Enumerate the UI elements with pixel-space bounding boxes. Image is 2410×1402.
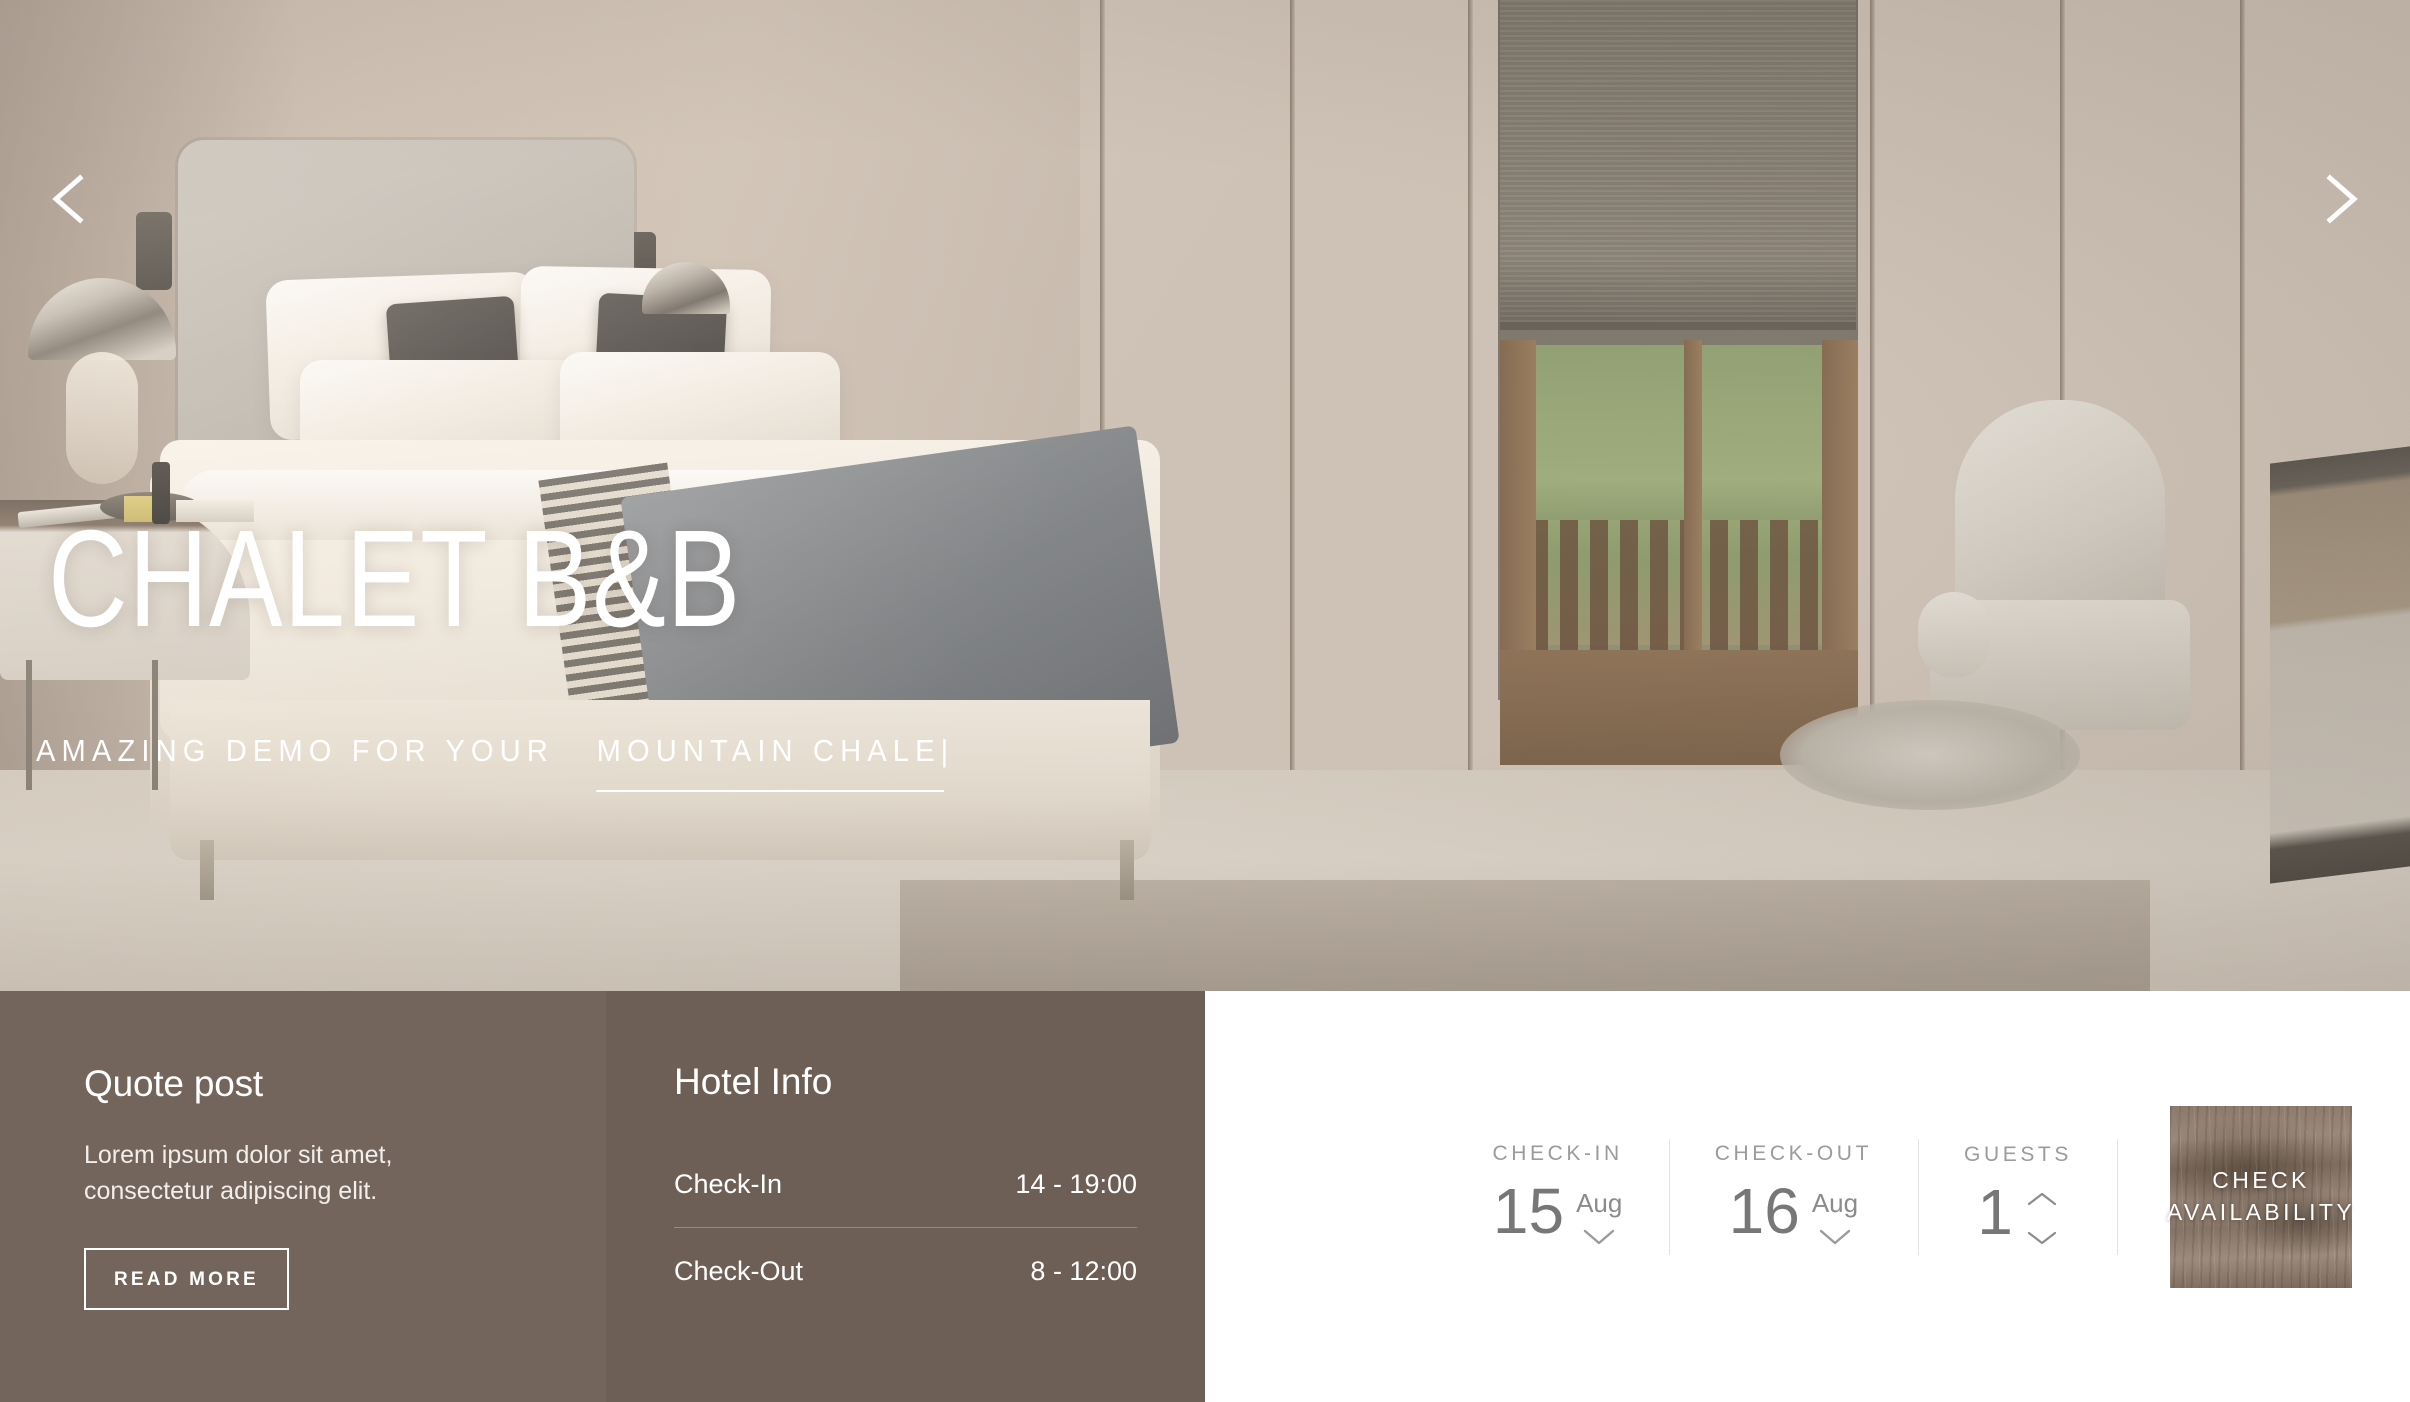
guests-label: GUESTS	[1964, 1142, 2072, 1166]
prev-slide-button[interactable]	[40, 168, 102, 230]
table-row: Check-Out 8 - 12:00	[674, 1228, 1137, 1314]
chevron-down-icon[interactable]	[1818, 1228, 1852, 1251]
bottom-bar: Quote post Lorem ipsum dolor sit amet, c…	[0, 991, 2410, 1402]
guests-value: 1	[1977, 1175, 2059, 1251]
chevron-down-icon[interactable]	[1582, 1228, 1616, 1251]
typed-underline	[596, 790, 945, 792]
booking-form: CHECK-IN 15 Aug CHECK-OUT 16 Aug GUESTS …	[1205, 991, 2410, 1402]
check-in-field[interactable]: CHECK-IN 15 Aug	[1446, 1133, 1668, 1261]
nightstand-leg	[152, 660, 158, 790]
table-row: Check-In 14 - 19:00	[674, 1141, 1137, 1227]
check-out-label: CHECK-OUT	[1714, 1142, 1872, 1165]
floor-rug	[900, 880, 2150, 991]
check-in-label: CHECK-IN	[1492, 1142, 1623, 1165]
armchair-arm	[1918, 592, 1990, 678]
check-in-value: 15 Aug	[1492, 1175, 1622, 1251]
hotel-info-label: Check-In	[674, 1168, 783, 1199]
cta-line-1: CHECK	[2212, 1167, 2310, 1194]
cta-line-2: AVAILABILITY	[2166, 1198, 2356, 1225]
window-blind	[1500, 0, 1856, 330]
chevron-right-icon	[2326, 174, 2358, 224]
read-more-button[interactable]: READ MORE	[84, 1247, 289, 1310]
check-in-month: Aug	[1576, 1188, 1623, 1218]
mattress-skirt	[170, 700, 1150, 860]
check-out-day: 16	[1728, 1175, 1800, 1247]
check-availability-label: CHECK AVAILABILITY	[2167, 1165, 2355, 1227]
nightstand-leg	[26, 660, 32, 790]
hero-subtitle-static: AMAZING DEMO FOR YOUR	[36, 733, 554, 768]
hero-subtitle-typed-wrap: MOUNTAIN CHALE	[596, 733, 945, 792]
booking-panel: CHECK-IN 15 Aug CHECK-OUT 16 Aug GUESTS …	[1205, 991, 2410, 1402]
next-slide-button[interactable]	[2308, 168, 2370, 230]
hero-background-photo	[0, 0, 2410, 991]
chevron-up-icon[interactable]	[2025, 1191, 2059, 1212]
hotel-info-panel: Hotel Info Check-In 14 - 19:00 Check-Out…	[606, 991, 1205, 1402]
bed-leg	[1120, 840, 1134, 900]
check-out-month: Aug	[1811, 1188, 1859, 1218]
check-in-day: 15	[1492, 1175, 1565, 1247]
fur-rug	[1780, 700, 2080, 810]
page-root: CHALET B&B AMAZING DEMO FOR YOUR MOUNTAI…	[0, 0, 2410, 1402]
hero-subtitle-typed: MOUNTAIN CHALE	[596, 733, 941, 768]
quantity-stepper	[2025, 1185, 2059, 1251]
chevron-down-icon[interactable]	[2025, 1230, 2059, 1251]
wall-lamp-left	[136, 212, 172, 290]
check-out-value: 16 Aug	[1728, 1175, 1858, 1251]
guests-count: 1	[1977, 1175, 2013, 1248]
guests-field[interactable]: GUESTS 1	[1918, 1133, 2118, 1261]
check-in-month-wrap: Aug	[1576, 1184, 1622, 1251]
quote-post-panel: Quote post Lorem ipsum dolor sit amet, c…	[0, 991, 606, 1402]
hotel-info-label: Check-Out	[674, 1255, 804, 1286]
page-title: CHALET B&B	[48, 502, 742, 656]
check-out-field[interactable]: CHECK-OUT 16 Aug	[1668, 1133, 1918, 1261]
quote-post-title: Quote post	[84, 1063, 264, 1104]
check-out-month-wrap: Aug	[1812, 1184, 1858, 1251]
typing-caret: |	[940, 733, 955, 768]
chevron-left-icon	[52, 174, 84, 224]
bed-leg	[200, 840, 214, 900]
hotel-info-title: Hotel Info	[674, 1061, 833, 1102]
bedside-lamp-glass	[66, 352, 138, 484]
quote-post-text: Lorem ipsum dolor sit amet, consectetur …	[84, 1141, 393, 1206]
hotel-info-rows: Check-In 14 - 19:00 Check-Out 8 - 12:00	[674, 1141, 1137, 1314]
wall-television	[2270, 446, 2410, 884]
hotel-info-value: 8 - 12:00	[1030, 1255, 1137, 1286]
hero-slider: CHALET B&B AMAZING DEMO FOR YOUR MOUNTAI…	[0, 0, 2410, 991]
hero-subtitle: AMAZING DEMO FOR YOUR MOUNTAIN CHALE |	[36, 733, 955, 792]
hotel-info-value: 14 - 19:00	[1015, 1168, 1137, 1199]
check-availability-button[interactable]: CHECK AVAILABILITY	[2167, 1105, 2355, 1288]
